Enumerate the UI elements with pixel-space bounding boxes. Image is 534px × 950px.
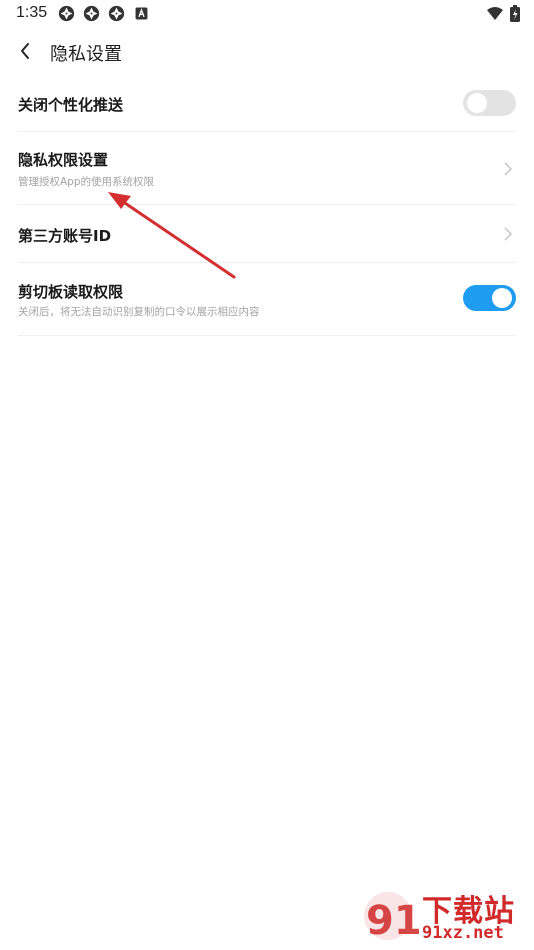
- chevron-left-icon[interactable]: [14, 39, 38, 63]
- watermark-logo: 91: [364, 892, 422, 944]
- toggle-knob: [492, 288, 512, 308]
- setting-row-privacy-permissions[interactable]: 隐私权限设置 管理授权App的使用系统权限: [18, 132, 516, 205]
- setting-title: 关闭个性化推送: [18, 96, 124, 114]
- watermark: 91 下载站 91xz.net: [360, 886, 530, 948]
- setting-title: 剪切板读取权限: [18, 283, 124, 301]
- chevron-right-icon: [504, 227, 513, 241]
- status-time: 1:35: [16, 4, 48, 21]
- app-notification-icon: [58, 5, 75, 22]
- chevron-right-icon: [504, 162, 513, 176]
- toggle-knob: [467, 93, 487, 113]
- clipboard-permission-toggle[interactable]: [463, 285, 516, 311]
- setting-title: 第三方账号ID: [18, 227, 112, 245]
- app-notification-icon: [83, 5, 100, 22]
- setting-title: 隐私权限设置: [18, 151, 109, 169]
- setting-row-third-party-id[interactable]: 第三方账号ID: [18, 205, 516, 263]
- svg-text:91: 91: [366, 898, 422, 944]
- setting-row-personalized-push[interactable]: 关闭个性化推送: [18, 76, 516, 132]
- setting-subtitle: 管理授权App的使用系统权限: [18, 176, 155, 188]
- page-title: 隐私设置: [50, 44, 122, 65]
- setting-subtitle: 关闭后，将无法自动识别复制的口令以展示相应内容: [18, 306, 260, 318]
- watermark-en: 91xz.net: [422, 923, 504, 943]
- wifi-icon: [487, 6, 503, 20]
- a-badge-icon: [135, 7, 148, 20]
- personalized-push-toggle[interactable]: [463, 90, 516, 116]
- header: 隐私设置: [0, 28, 534, 76]
- status-bar: 1:35: [0, 0, 534, 28]
- app-notification-icon: [108, 5, 125, 22]
- status-icons-left: [58, 5, 150, 22]
- battery-charging-icon: [510, 5, 520, 22]
- setting-row-clipboard-permission[interactable]: 剪切板读取权限 关闭后，将无法自动识别复制的口令以展示相应内容: [18, 263, 516, 336]
- status-icons-right: [486, 5, 520, 22]
